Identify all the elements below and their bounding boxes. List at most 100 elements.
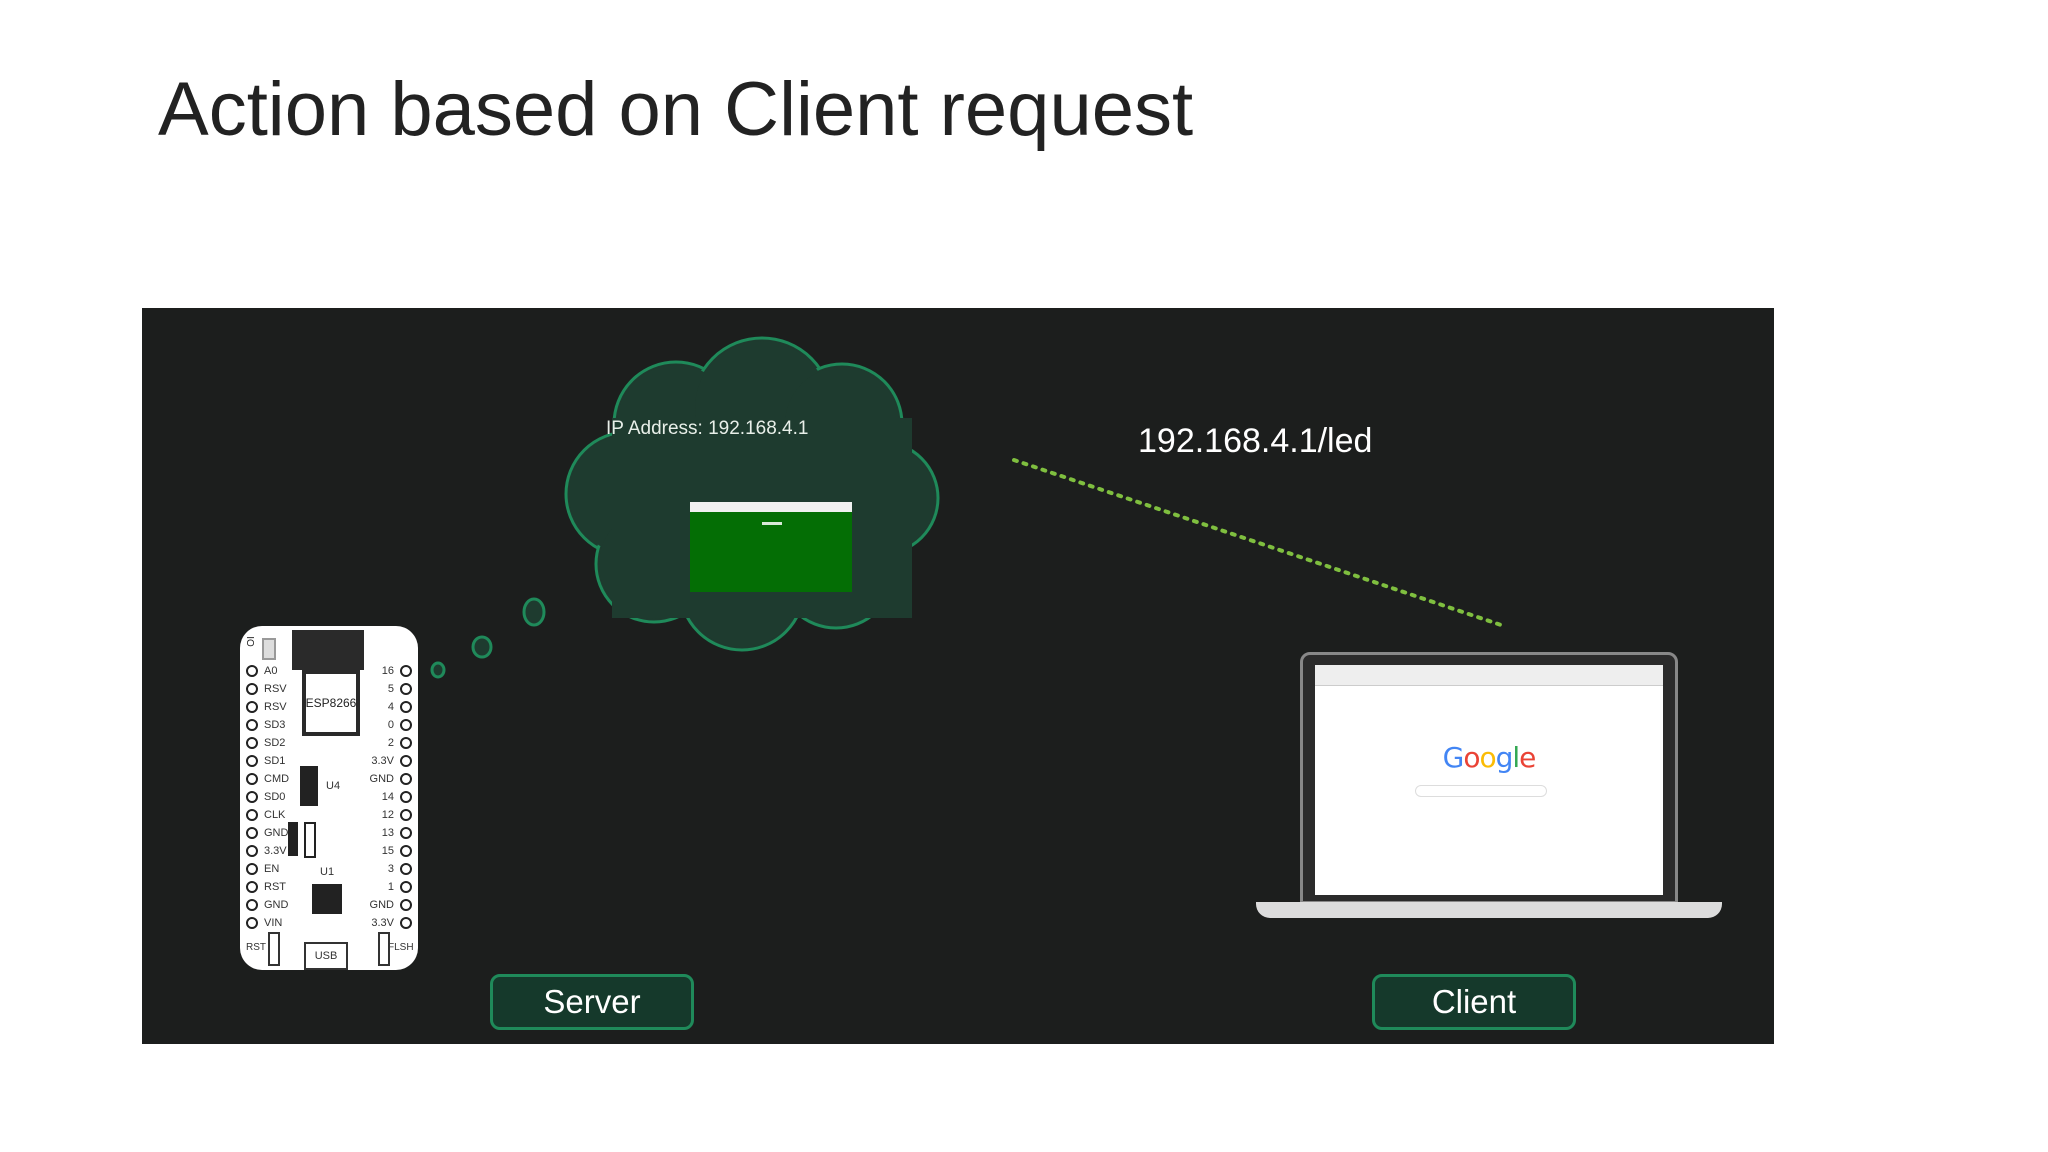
pin-label: EN (264, 863, 280, 875)
pin-label: A0 (264, 665, 278, 677)
pin-hole (246, 899, 258, 911)
pin-label: 14 (381, 791, 394, 803)
board-pin-left-12: RST (246, 878, 289, 896)
thought-bubble-large (522, 597, 546, 627)
board-pin-right-0: 16 (370, 662, 412, 680)
pin-hole (246, 737, 258, 749)
pin-label: 1 (387, 881, 394, 893)
pin-label: CMD (264, 773, 290, 785)
pin-label: GND (264, 899, 289, 911)
pin-hole (400, 917, 412, 929)
pin-label: 3.3V (371, 917, 394, 929)
pin-label: SD2 (264, 737, 286, 749)
pin-label: GND (369, 899, 394, 911)
pin-hole (400, 899, 412, 911)
board-pin-left-7: SD0 (246, 788, 289, 806)
esp8266-board: IO ESP8266 A0 RSV RSV SD3 SD2 SD1 CMD SD0 CLK GND… (240, 626, 418, 970)
board-pin-right-1: 5 (370, 680, 412, 698)
thought-cloud (564, 336, 940, 652)
pin-hole (400, 863, 412, 875)
pin-hole (246, 881, 258, 893)
pin-hole (400, 827, 412, 839)
antenna (292, 630, 364, 670)
board-pin-right-9: 13 (370, 824, 412, 842)
pin-hole (246, 845, 258, 857)
pin-label: GND (369, 773, 394, 785)
slide-title: Action based on Client request (158, 67, 1194, 152)
board-pin-left-13: GND (246, 896, 289, 914)
board-pin-right-5: 3.3V (370, 752, 412, 770)
rst-button (268, 932, 280, 966)
regulator-component (288, 822, 298, 856)
pin-hole (246, 917, 258, 929)
board-pin-left-6: CMD (246, 770, 289, 788)
pin-label: 12 (381, 809, 394, 821)
google-letter: o (1479, 741, 1496, 774)
board-pin-right-13: GND (370, 896, 412, 914)
mini-browser-window (690, 502, 852, 592)
thought-bubble-small (430, 661, 446, 679)
pin-hole (400, 701, 412, 713)
pin-label: 15 (381, 845, 394, 857)
google-letter: g (1495, 741, 1514, 774)
request-url-label: 192.168.4.1/led (1138, 422, 1373, 460)
board-pin-right-11: 3 (370, 860, 412, 878)
diagram-panel: IP Address: 192.168.4.1 192.168.4.1/led … (142, 308, 1774, 1044)
board-pin-left-3: SD3 (246, 716, 289, 734)
request-dotted-line (1012, 458, 1506, 628)
google-logo: Google (1315, 741, 1663, 774)
server-label: Server (490, 974, 694, 1030)
pin-label: SD1 (264, 755, 286, 767)
pin-hole (246, 755, 258, 767)
board-pin-right-10: 15 (370, 842, 412, 860)
pin-hole (246, 683, 258, 695)
laptop-browser: Google (1315, 665, 1663, 895)
usb-port: USB (304, 942, 348, 970)
board-pin-right-12: 1 (370, 878, 412, 896)
pin-hole (400, 791, 412, 803)
mini-browser-content (762, 522, 782, 525)
pin-label: 0 (387, 719, 394, 731)
capacitor-component (304, 822, 316, 858)
board-pin-right-8: 12 (370, 806, 412, 824)
pin-label: VIN (264, 917, 283, 929)
pin-hole (400, 737, 412, 749)
pin-hole (246, 773, 258, 785)
thought-bubble-medium (471, 635, 493, 659)
pin-hole (400, 773, 412, 785)
pin-label: SD3 (264, 719, 286, 731)
right-pin-column: 16 5 4 0 2 3.3V GND 14 12 13 15 3 1 GND 3.3V (370, 662, 412, 932)
ip-address-label: IP Address: 192.168.4.1 (606, 418, 809, 439)
mini-browser-bar (690, 502, 852, 512)
pin-label: 4 (387, 701, 394, 713)
pin-hole (400, 665, 412, 677)
pin-label: 16 (381, 665, 394, 677)
pin-label: 3.3V (371, 755, 394, 767)
pin-hole (400, 683, 412, 695)
board-pin-left-1: RSV (246, 680, 289, 698)
board-pin-left-14: VIN (246, 914, 289, 932)
pin-label: 3.3V (264, 845, 287, 857)
pin-hole (246, 701, 258, 713)
pin-hole (246, 863, 258, 875)
google-letter: G (1442, 741, 1465, 774)
pin-label: 3 (387, 863, 394, 875)
board-pin-right-4: 2 (370, 734, 412, 752)
u1-component (312, 884, 342, 914)
client-label: Client (1372, 974, 1576, 1030)
board-pin-left-0: A0 (246, 662, 289, 680)
pin-hole (246, 827, 258, 839)
laptop-screen: Google (1300, 652, 1678, 904)
board-pin-right-6: GND (370, 770, 412, 788)
board-pin-left-8: CLK (246, 806, 289, 824)
board-pin-left-5: SD1 (246, 752, 289, 770)
board-pin-right-3: 0 (370, 716, 412, 734)
board-pin-left-10: 3.3V (246, 842, 289, 860)
pin-hole (400, 719, 412, 731)
pin-hole (246, 809, 258, 821)
board-pin-left-2: RSV (246, 698, 289, 716)
u4-component (300, 766, 318, 806)
u4-label: U4 (326, 780, 341, 792)
io-label: IO (243, 636, 255, 647)
laptop-base (1256, 902, 1722, 918)
